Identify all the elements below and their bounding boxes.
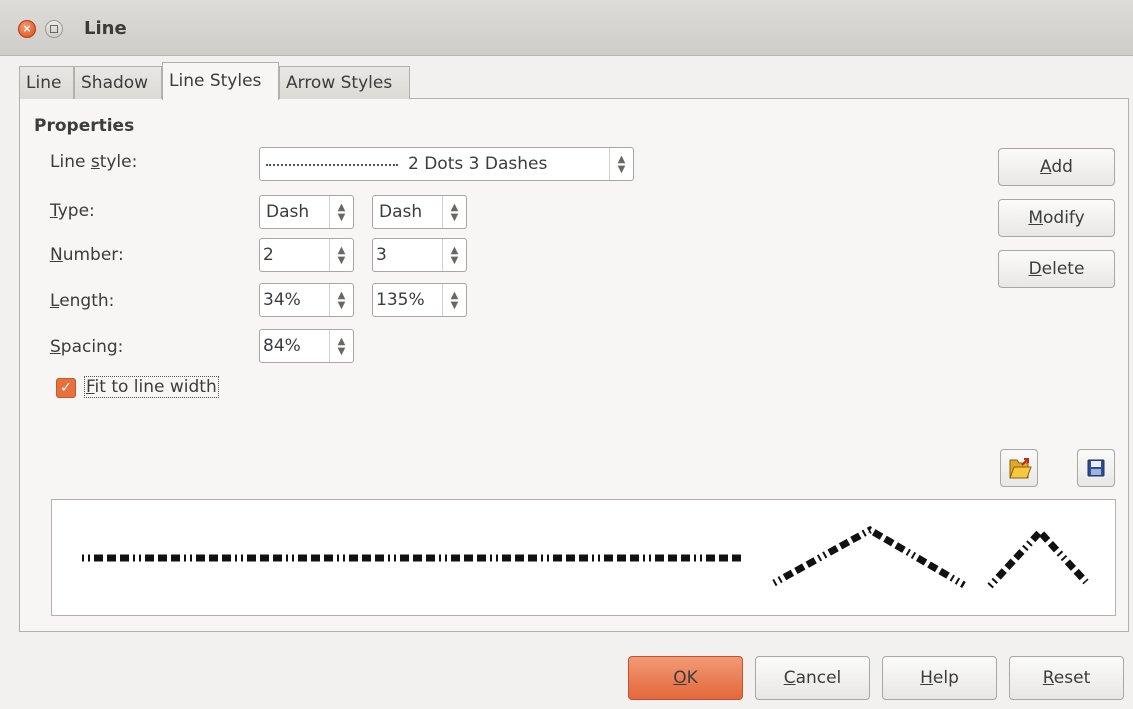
spinner-arrows-icon[interactable]: ▲ ▼: [329, 284, 353, 316]
tab-shadow[interactable]: Shadow: [74, 66, 162, 99]
close-icon[interactable]: ×: [18, 20, 36, 38]
spinner-arrows-icon[interactable]: ▲ ▼: [329, 330, 353, 362]
chevron-updown-icon: ▲ ▼: [329, 196, 353, 228]
chevron-updown-icon: ▲ ▼: [442, 196, 466, 228]
number-spinner-2[interactable]: 3 ▲ ▼: [372, 238, 467, 272]
add-button[interactable]: Add: [998, 148, 1115, 186]
help-button[interactable]: Help: [882, 656, 997, 700]
type-label: Type:: [50, 201, 95, 221]
ok-button[interactable]: OK: [628, 656, 743, 700]
type-value-1: Dash: [266, 202, 310, 222]
floppy-disk-save-icon: [1087, 459, 1105, 477]
line-preview-graphic: [82, 525, 1089, 589]
spacing-spinner[interactable]: 84% ▲ ▼: [259, 329, 354, 363]
spacing-label: Spacing:: [50, 337, 124, 357]
folder-open-icon: [1009, 458, 1032, 479]
delete-button[interactable]: Delete: [998, 250, 1115, 288]
tab-line[interactable]: Line: [19, 66, 74, 99]
modify-button[interactable]: Modify: [998, 199, 1115, 237]
maximize-icon[interactable]: [45, 20, 63, 38]
load-line-styles-button[interactable]: [1000, 449, 1038, 487]
tab-line-styles[interactable]: Line Styles: [162, 62, 279, 100]
type-select-1[interactable]: Dash ▲ ▼: [259, 195, 354, 229]
number-spinner-1[interactable]: 2 ▲ ▼: [259, 238, 354, 272]
cancel-button[interactable]: Cancel: [755, 656, 870, 700]
window-title: Line: [84, 18, 127, 39]
chevron-updown-icon: ▲ ▼: [609, 148, 633, 180]
length-label: Length:: [50, 291, 115, 311]
type-select-2[interactable]: Dash ▲ ▼: [372, 195, 467, 229]
reset-button[interactable]: Reset: [1009, 656, 1124, 700]
line-style-select[interactable]: 2 Dots 3 Dashes ▲ ▼: [259, 147, 634, 181]
spinner-arrows-icon[interactable]: ▲ ▼: [442, 239, 466, 271]
line-style-preview-area: [51, 499, 1116, 616]
line-style-value: 2 Dots 3 Dashes: [408, 154, 548, 174]
line-style-preview: [266, 164, 398, 166]
spinner-arrows-icon[interactable]: ▲ ▼: [329, 239, 353, 271]
fit-to-line-width-label[interactable]: Fit to line width: [84, 376, 219, 398]
number-label: Number:: [50, 245, 124, 265]
tab-arrow-styles[interactable]: Arrow Styles: [279, 66, 410, 99]
number-value-1: 2: [263, 245, 274, 265]
fit-to-line-width-checkbox[interactable]: ✓: [56, 378, 76, 398]
properties-heading: Properties: [34, 116, 135, 136]
length-value-1: 34%: [263, 290, 301, 310]
length-spinner-2[interactable]: 135% ▲ ▼: [372, 283, 467, 317]
type-value-2: Dash: [379, 202, 423, 222]
spacing-value: 84%: [263, 336, 301, 356]
length-value-2: 135%: [376, 290, 425, 310]
number-value-2: 3: [376, 245, 387, 265]
line-style-label: Line style:: [50, 152, 138, 172]
length-spinner-1[interactable]: 34% ▲ ▼: [259, 283, 354, 317]
spinner-arrows-icon[interactable]: ▲ ▼: [442, 284, 466, 316]
save-line-styles-button[interactable]: [1077, 449, 1115, 487]
title-bar: × Line: [0, 0, 1133, 56]
